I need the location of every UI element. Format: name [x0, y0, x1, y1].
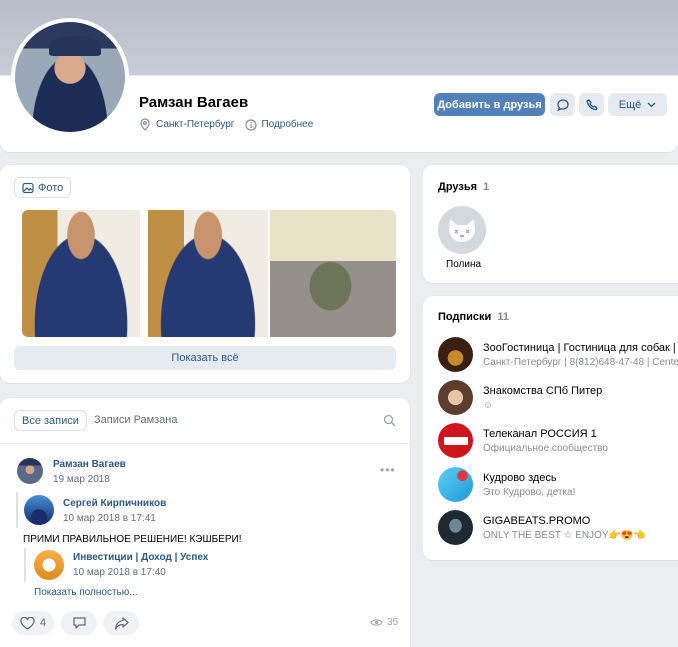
more-button-label: Ещё	[618, 98, 642, 111]
subscription-avatar	[438, 380, 473, 415]
subscription-desc: ☺	[483, 399, 494, 411]
subscription-desc: Это Кудрово, детка!	[483, 486, 576, 498]
post-author[interactable]: Рамзан Вагаев	[53, 459, 126, 470]
post-date[interactable]: 19 мар 2018	[53, 474, 110, 485]
heart-icon	[20, 616, 35, 630]
post-author-avatar[interactable]	[17, 458, 43, 484]
subscription-avatar	[438, 467, 473, 502]
subscription-desc: Санкт-Петербург | 8(812)648-47-48 | Cent…	[483, 356, 678, 368]
tab-own-posts[interactable]: Записи Рамзана	[94, 414, 177, 426]
subscription-item[interactable]: GIGABEATS.PROMO ONLY THE BEST ☆ ENJOY👉😍👈	[438, 510, 678, 545]
subscription-item[interactable]: Знакомства СПб Питер ☺	[438, 380, 678, 415]
photos-tab-label: Фото	[38, 181, 64, 194]
subscription-name: Знакомства СПб Питер	[483, 384, 603, 397]
eye-icon	[370, 618, 383, 627]
profile-name: Рамзан Вагаев	[139, 94, 249, 111]
repost-author[interactable]: Сергей Кирпичников	[63, 498, 166, 509]
call-button[interactable]	[579, 93, 604, 116]
subscriptions-count: 11	[497, 311, 509, 323]
profile-details-link[interactable]: Подробнее	[261, 119, 313, 130]
comment-button[interactable]	[61, 611, 97, 635]
tab-all-posts[interactable]: Все записи	[14, 410, 87, 431]
photo-thumbnail[interactable]	[270, 210, 396, 337]
share-icon	[114, 616, 129, 630]
subscription-avatar	[438, 510, 473, 545]
chevron-down-icon	[647, 102, 656, 108]
like-count: 4	[39, 617, 47, 629]
subscription-item[interactable]: Телеканал РОССИЯ 1 Официальное сообщество	[438, 423, 678, 458]
inner-author-avatar[interactable]	[34, 550, 64, 580]
photos-tab[interactable]: Фото	[14, 177, 72, 198]
deactivated-dog-icon	[446, 216, 478, 244]
inner-repost-line	[24, 548, 26, 582]
subscription-name: Кудрово здесь	[483, 471, 557, 484]
add-friend-button[interactable]: Добавить в друзья	[434, 93, 545, 116]
inner-date[interactable]: 10 мар 2018 в 17:40	[73, 567, 166, 578]
comment-icon	[72, 616, 87, 630]
subscription-name: GIGABEATS.PROMO	[483, 514, 591, 527]
search-icon[interactable]	[383, 414, 396, 427]
phone-icon	[585, 98, 599, 112]
views-count: 35	[387, 617, 399, 628]
subscription-name: Телеканал РОССИЯ 1	[483, 427, 597, 440]
info-icon	[245, 118, 258, 131]
subscription-avatar	[438, 337, 473, 372]
photo-icon	[22, 182, 34, 194]
message-icon	[556, 98, 570, 112]
repost-date[interactable]: 10 мар 2018 в 17:41	[63, 513, 156, 524]
photo-thumbnail[interactable]	[22, 210, 140, 337]
location-pin-icon	[139, 118, 151, 131]
subscription-item[interactable]: Кудрово здесь Это Кудрово, детка!	[438, 467, 678, 502]
friends-count: 1	[483, 181, 490, 193]
post-text: ПРИМИ ПРАВИЛЬНОЕ РЕШЕНИЕ! КЭШБЕРИ!	[23, 534, 242, 545]
repost-line	[16, 492, 18, 528]
share-button[interactable]	[103, 611, 139, 635]
show-all-photos-button[interactable]: Показать всё	[14, 346, 396, 370]
profile-avatar[interactable]	[11, 18, 129, 136]
repost-author-avatar[interactable]	[24, 495, 54, 525]
show-more-link[interactable]: Показать полностью...	[34, 587, 138, 598]
subscriptions-title[interactable]: Подписки	[438, 311, 491, 323]
subscription-desc: ONLY THE BEST ☆ ENJOY👉😍👈	[483, 529, 646, 541]
friends-title[interactable]: Друзья	[438, 181, 477, 193]
photo-thumbnail[interactable]	[148, 210, 268, 337]
subscription-desc: Официальное сообщество	[483, 442, 608, 454]
subscription-avatar	[438, 423, 473, 458]
friend-avatar[interactable]	[438, 206, 486, 254]
subscription-name: ЗооГостиница | Гостиница для собак | ...	[483, 341, 678, 354]
subscription-item[interactable]: ЗооГостиница | Гостиница для собак | ...…	[438, 337, 678, 372]
profile-city[interactable]: Санкт-Петербург	[156, 119, 234, 130]
wall-card	[0, 398, 410, 647]
wall-divider	[0, 443, 410, 444]
more-options-icon[interactable]: •••	[380, 463, 396, 477]
inner-author[interactable]: Инвестиции | Доход | Успех	[73, 552, 208, 563]
message-button[interactable]	[550, 93, 575, 116]
more-button[interactable]: Ещё	[608, 93, 667, 116]
friend-name[interactable]: Полина	[446, 259, 481, 270]
like-button[interactable]: 4	[12, 611, 54, 635]
views: 35	[370, 617, 398, 628]
